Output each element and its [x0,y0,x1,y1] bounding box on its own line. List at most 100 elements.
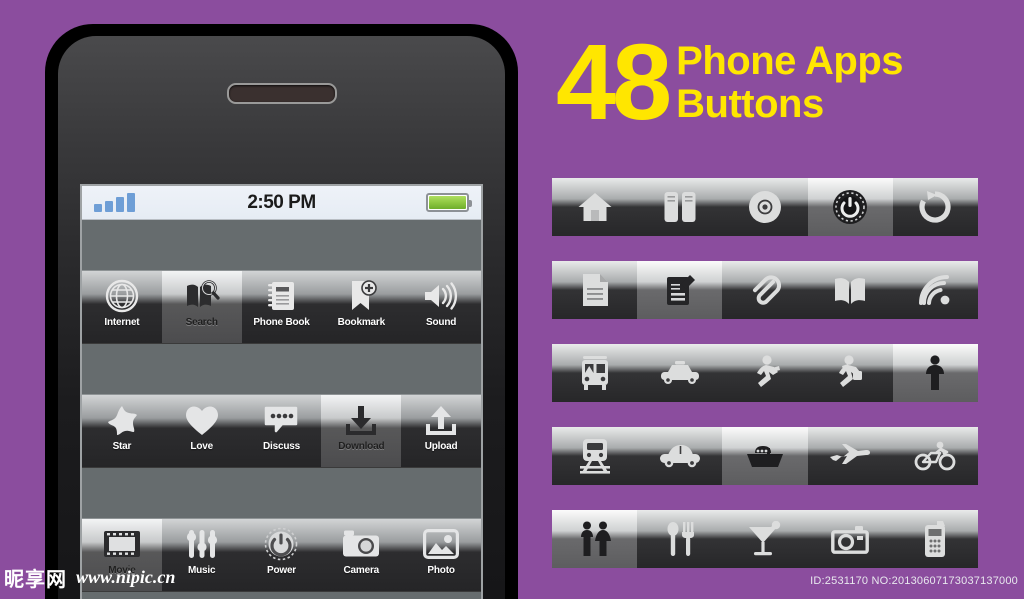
icon-button-boat[interactable] [722,427,808,485]
app-label: Search [185,317,218,328]
app-label: Sound [426,317,457,328]
icon-button-document[interactable] [552,261,638,319]
app-label: Star [112,441,132,452]
app-button-power[interactable]: Power [241,519,322,591]
headline: 48 Phone Apps Buttons [556,21,1016,154]
app-label: Bookmark [337,317,386,328]
icon-button-train[interactable] [552,427,638,485]
image-id-text: ID:2531170 NO:20130607173037137000 [810,575,1018,587]
app-button-sound[interactable]: Sound [401,271,481,343]
headline-text: Phone Apps Buttons [676,40,903,126]
icon-button-wifi[interactable] [892,261,978,319]
app-button-download[interactable]: Download [321,395,402,467]
spoon-fork-icon [665,521,695,557]
phone-mockup: 2:50 PM Internet Search Phone Book Bookm… [45,24,518,599]
icon-button-pause-cards[interactable] [637,178,723,236]
film-strip-icon [103,526,141,562]
bicycle-icon [914,441,956,471]
icon-bar-3 [552,344,978,402]
app-button-internet[interactable]: Internet [82,271,162,343]
power-icon [264,526,298,562]
icon-button-open-book[interactable] [807,261,893,319]
train-icon [579,438,611,474]
home-icon [577,191,613,223]
icon-button-refresh[interactable] [892,178,978,236]
icon-bar-1 [552,178,978,236]
airplane-icon [829,442,871,470]
speaker-icon [423,278,459,314]
icon-button-car[interactable] [637,427,723,485]
headline-number: 48 [556,21,672,142]
app-button-bookmark[interactable]: Bookmark [321,271,402,343]
icon-bar-4 [552,427,978,485]
heart-icon [185,402,219,438]
icon-button-note-edit[interactable] [637,261,723,319]
screen-spacer-1 [82,344,481,394]
wifi-icon [918,274,952,306]
watermark-logo-text: 昵享网 [4,566,67,591]
picture-icon [423,526,460,562]
app-button-search[interactable]: Search [161,271,242,343]
document-icon [581,273,609,307]
watermark-url: www.nipic.cn [76,566,176,587]
runner-icon [748,355,782,391]
app-button-love[interactable]: Love [161,395,242,467]
app-button-photo[interactable]: Photo [401,519,481,591]
mobile-phone-icon [923,520,947,558]
icon-button-runner[interactable] [722,344,808,402]
icon-button-mobile-phone[interactable] [892,510,978,568]
app-label: Camera [343,565,380,576]
icon-button-paperclip[interactable] [722,261,808,319]
icon-button-disc[interactable] [722,178,808,236]
icon-button-power-dial[interactable] [807,178,893,236]
sliders-icon [186,526,218,562]
icon-button-home[interactable] [552,178,638,236]
headline-line-2: Buttons [676,82,824,126]
pause-cards-icon [663,190,697,224]
app-button-discuss[interactable]: Discuss [241,395,322,467]
icon-button-restroom-couple[interactable] [552,510,638,568]
app-label: Love [190,441,213,452]
icon-bar-5 [552,510,978,568]
cocktail-icon [746,521,784,557]
person-icon [922,355,948,391]
screen-spacer-2 [82,468,481,518]
icon-bars [552,178,978,593]
icon-button-runner-bag[interactable] [807,344,893,402]
app-label: Upload [424,441,458,452]
app-label: Photo [427,565,455,576]
app-button-star[interactable]: Star [82,395,162,467]
app-button-phone-book[interactable]: Phone Book [241,271,322,343]
icon-button-taxi[interactable] [637,344,723,402]
app-label: Discuss [263,441,300,452]
icon-button-spoon-fork[interactable] [637,510,723,568]
icon-button-camera[interactable] [807,510,893,568]
battery-icon [426,193,472,212]
disc-icon [748,190,782,224]
speech-bubble-icon [263,402,299,438]
note-edit-icon [664,273,696,307]
open-book-icon [833,275,867,305]
runner-bag-icon [833,355,867,391]
icon-button-airplane[interactable] [807,427,893,485]
icon-button-person[interactable] [892,344,978,402]
headline-line-1: Phone Apps [676,39,903,83]
star-icon [105,402,139,438]
icon-button-cocktail[interactable] [722,510,808,568]
book-search-icon [184,278,220,314]
app-button-upload[interactable]: Upload [401,395,481,467]
app-label: Internet [104,317,140,328]
app-row-1: Internet Search Phone Book Bookmark Soun… [82,270,481,344]
screen-spacer-top [82,220,481,270]
status-bar: 2:50 PM [82,186,481,220]
notebook-icon [266,278,296,314]
icon-bar-2 [552,261,978,319]
icon-button-bus[interactable] [552,344,638,402]
icon-button-bicycle[interactable] [892,427,978,485]
app-button-camera[interactable]: Camera [321,519,402,591]
app-label: Power [266,565,296,576]
refresh-icon [918,190,952,224]
camera-icon [831,524,870,554]
paperclip-icon [749,273,781,307]
status-bar-clock: 2:50 PM [247,191,316,213]
